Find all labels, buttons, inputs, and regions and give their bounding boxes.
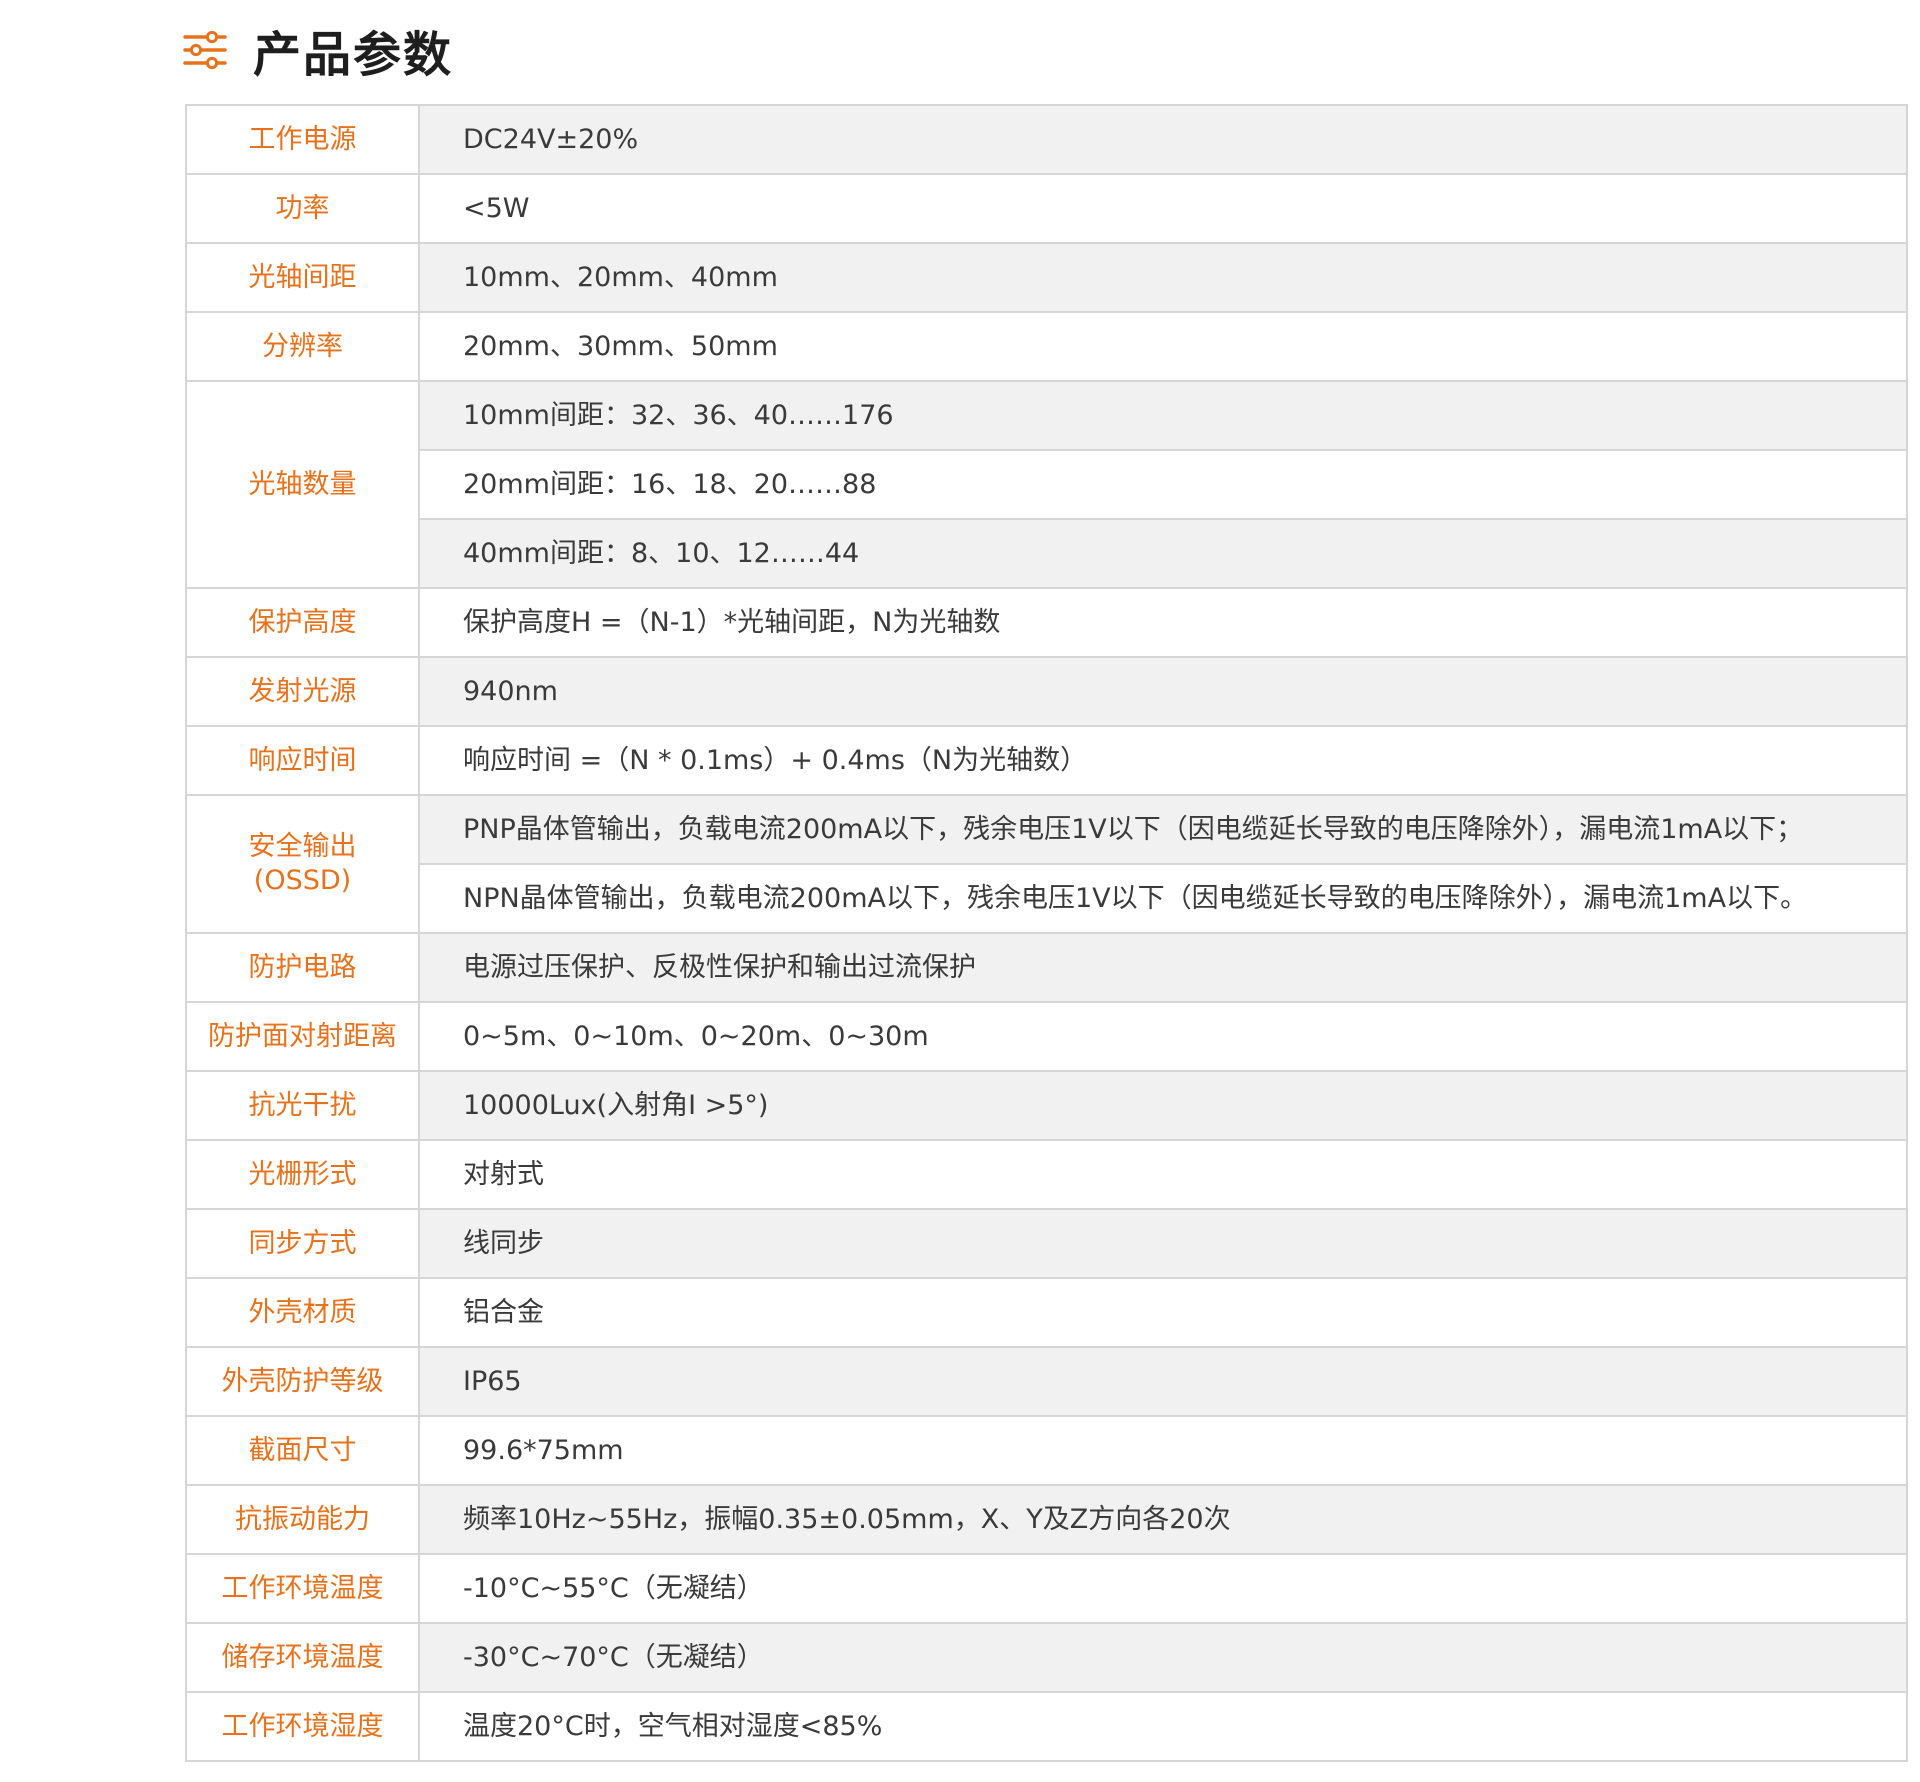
params-table-body: 工作电源 DC24V±20% 功率 <5W 光轴间距 10mm、20mm、40mm 分辨率 2… [185, 104, 1908, 1762]
param-label: 工作环境湿度 [185, 1691, 420, 1762]
param-label-text: 外壳防护等级 [221, 1365, 384, 1397]
param-row: 防护面对射距离 0~5m、0~10m、0~20m、0~30m [185, 1001, 1908, 1072]
param-value: 0~5m、0~10m、0~20m、0~30m [418, 1001, 1908, 1072]
param-label: 工作电源 [185, 104, 420, 175]
param-label: 光轴数量 [185, 380, 420, 589]
param-row: 光栅形式 对射式 [185, 1139, 1908, 1210]
param-value: 电源过压保护、反极性保护和输出过流保护 [418, 932, 1908, 1003]
section-header: 产品参数 [183, 14, 453, 86]
param-value: PNP晶体管输出，负载电流200mA以下，残余电压1V以下（因电缆延长导致的电压… [418, 794, 1908, 865]
param-value: NPN晶体管输出，负载电流200mA以下，残余电压1V以下（因电缆延长导致的电压… [418, 863, 1908, 934]
param-value: 40mm间距：8、10、12……44 [418, 518, 1908, 589]
param-row: 工作环境湿度 温度20°C时，空气相对湿度<85% [185, 1691, 1908, 1762]
param-row: 光轴间距 10mm、20mm、40mm [185, 242, 1908, 313]
param-label-text: 光栅形式 [248, 1158, 357, 1190]
param-value: 10mm、20mm、40mm [418, 242, 1908, 313]
param-value: 940nm [418, 656, 1908, 727]
param-value: 线同步 [418, 1208, 1908, 1279]
param-label: 光栅形式 [185, 1139, 420, 1210]
param-label-text: 储存环境温度 [221, 1641, 384, 1673]
param-row: 20mm间距：16、18、20……88 [186, 449, 1908, 520]
param-row: 工作环境温度 -10°C~55°C（无凝结） [185, 1553, 1908, 1624]
param-label-text: 工作电源 [248, 123, 357, 155]
param-label-text: 保护高度 [248, 606, 357, 638]
param-label: 外壳材质 [185, 1277, 420, 1348]
param-label-text: 抗光干扰 [248, 1089, 357, 1121]
param-label: 响应时间 [185, 725, 420, 796]
param-label-text: 分辨率 [262, 330, 343, 362]
param-label: 防护电路 [185, 932, 420, 1003]
param-value: 20mm间距：16、18、20……88 [418, 449, 1908, 520]
param-value: 频率10Hz~55Hz，振幅0.35±0.05mm，X、Y及Z方向各20次 [418, 1484, 1908, 1555]
param-row: 同步方式 线同步 [185, 1208, 1908, 1279]
param-row: 截面尺寸 99.6*75mm [185, 1415, 1908, 1486]
param-value: -30°C~70°C（无凝结） [418, 1622, 1908, 1693]
param-label: 光轴间距 [185, 242, 420, 313]
param-label-text: 响应时间 [248, 744, 357, 776]
param-value: 对射式 [418, 1139, 1908, 1210]
param-value: DC24V±20% [418, 104, 1908, 175]
param-label: 发射光源 [185, 656, 420, 727]
param-row: 功率 <5W [185, 173, 1908, 244]
param-value: 响应时间 =（N * 0.1ms）+ 0.4ms（N为光轴数） [418, 725, 1908, 796]
param-value: -10°C~55°C（无凝结） [418, 1553, 1908, 1624]
param-label-text: 光轴数量 [248, 468, 357, 500]
param-row: 分辨率 20mm、30mm、50mm [185, 311, 1908, 382]
param-row: NPN晶体管输出，负载电流200mA以下，残余电压1V以下（因电缆延长导致的电压… [186, 863, 1908, 934]
param-label-text: 防护面对射距离 [208, 1020, 397, 1052]
param-value: 铝合金 [418, 1277, 1908, 1348]
param-label-text: 功率 [275, 192, 330, 224]
param-label: 保护高度 [185, 587, 420, 658]
param-row: 响应时间 响应时间 =（N * 0.1ms）+ 0.4ms（N为光轴数） [185, 725, 1908, 796]
param-label: 功率 [185, 173, 420, 244]
param-row: 抗振动能力 频率10Hz~55Hz，振幅0.35±0.05mm，X、Y及Z方向各2… [185, 1484, 1908, 1555]
param-label-text: 抗振动能力 [235, 1503, 370, 1535]
param-row: 外壳防护等级 IP65 [185, 1346, 1908, 1417]
param-row: 保护高度 保护高度H =（N-1）*光轴间距，N为光轴数 [185, 587, 1908, 658]
param-label: 截面尺寸 [185, 1415, 420, 1486]
param-label: 储存环境温度 [185, 1622, 420, 1693]
param-label-text: 外壳材质 [248, 1296, 357, 1328]
page-title: 产品参数 [253, 27, 454, 83]
param-label: 分辨率 [185, 311, 420, 382]
param-label-text: 安全输出 [248, 831, 357, 863]
param-row: 安全输出 (OSSD) PNP晶体管输出，负载电流200mA以下，残余电压1V以下（… [185, 794, 1908, 934]
param-label: 抗光干扰 [185, 1070, 420, 1141]
param-label-text: 截面尺寸 [248, 1434, 357, 1466]
param-row: 防护电路 电源过压保护、反极性保护和输出过流保护 [185, 932, 1908, 1003]
param-value: 10000Lux(入射角I >5°) [418, 1070, 1908, 1141]
param-row: 储存环境温度 -30°C~70°C（无凝结） [185, 1622, 1908, 1693]
param-value: 20mm、30mm、50mm [418, 311, 1908, 382]
param-row: 工作电源 DC24V±20% [185, 104, 1908, 175]
param-label-text: 工作环境湿度 [221, 1710, 384, 1742]
param-label: 防护面对射距离 [185, 1001, 420, 1072]
param-label-text: 防护电路 [248, 951, 357, 983]
param-label: 抗振动能力 [185, 1484, 420, 1555]
param-value: 保护高度H =（N-1）*光轴间距，N为光轴数 [418, 587, 1908, 658]
param-value: IP65 [418, 1346, 1908, 1417]
param-row: 光轴数量 10mm间距：32、36、40……176 [185, 380, 1908, 589]
param-label: 同步方式 [185, 1208, 420, 1279]
param-row: 抗光干扰 10000Lux(入射角I >5°) [185, 1070, 1908, 1141]
param-value: <5W [418, 173, 1908, 244]
param-row: 外壳材质 铝合金 [185, 1277, 1908, 1348]
param-label: 安全输出 (OSSD) [185, 794, 420, 934]
sliders-icon [183, 30, 227, 70]
param-label-text: 发射光源 [248, 675, 357, 707]
param-label-text: 光轴间距 [248, 261, 357, 293]
params-table: 工作电源 DC24V±20% 功率 <5W 光轴间距 10mm、20mm、40mm 分辨率 2… [185, 104, 1908, 1762]
param-value: 温度20°C时，空气相对湿度<85% [418, 1691, 1908, 1762]
param-label-text: (OSSD) [253, 865, 352, 896]
param-label-text: 工作环境温度 [221, 1572, 384, 1604]
param-row: 发射光源 940nm [185, 656, 1908, 727]
param-value: 99.6*75mm [418, 1415, 1908, 1486]
param-label-text: 同步方式 [248, 1227, 357, 1259]
param-value: 10mm间距：32、36、40……176 [418, 380, 1908, 451]
param-label: 外壳防护等级 [185, 1346, 420, 1417]
param-label: 工作环境温度 [185, 1553, 420, 1624]
param-row: 40mm间距：8、10、12……44 [186, 518, 1908, 589]
